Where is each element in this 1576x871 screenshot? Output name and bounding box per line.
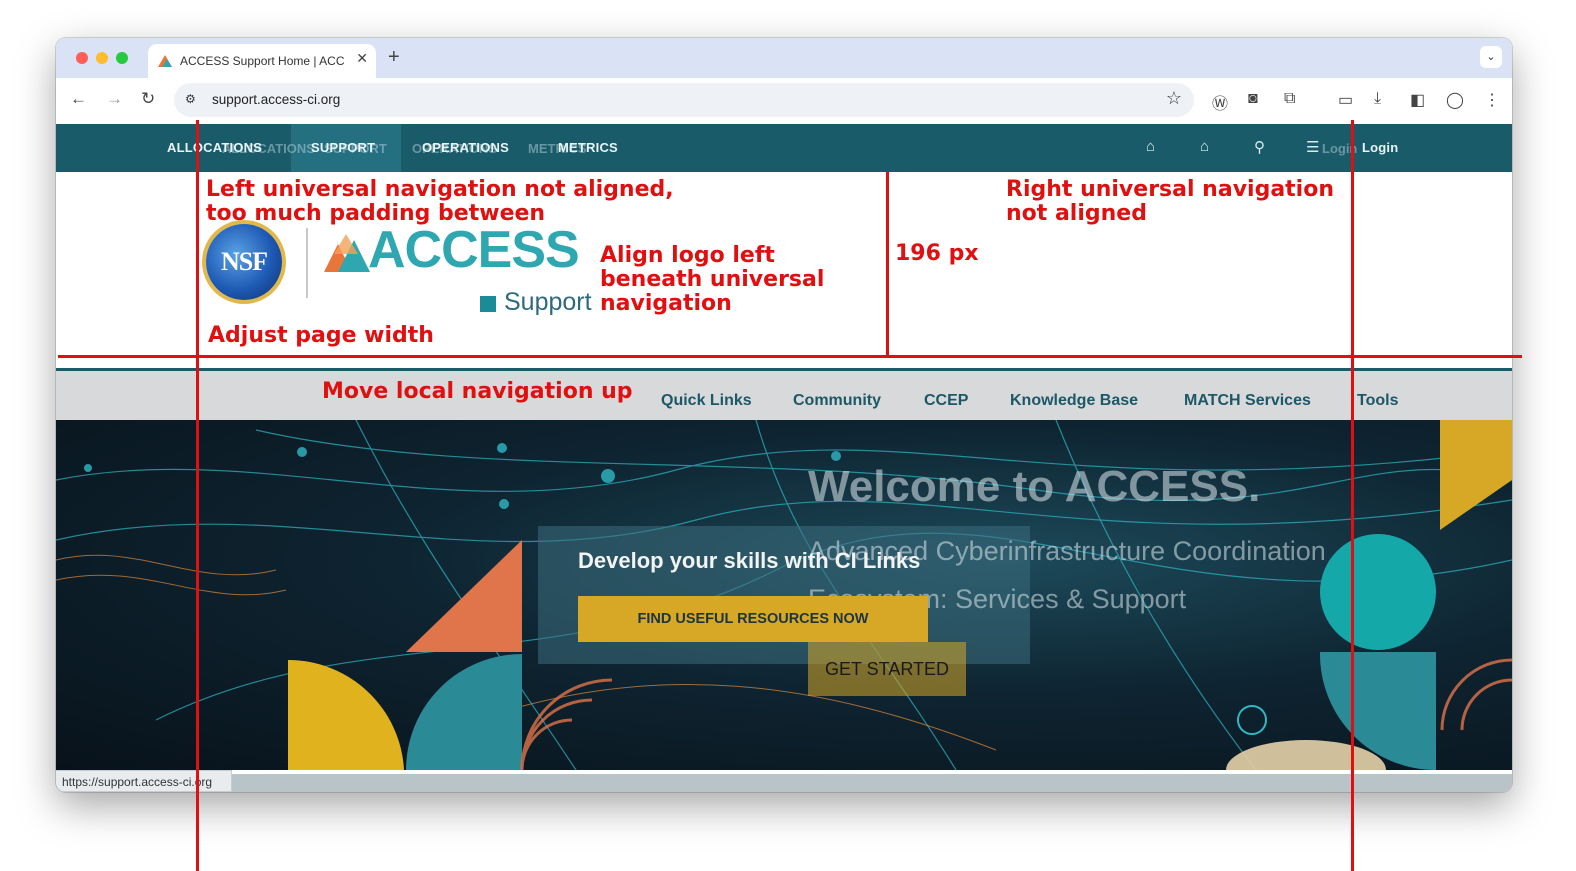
header-width-guide: [886, 172, 889, 356]
support-square-icon: [480, 296, 496, 312]
support-logo-text: Support: [504, 288, 592, 316]
local-nav-quick-links[interactable]: Quick Links: [661, 392, 752, 410]
menu-kebab-icon[interactable]: ⋮: [1484, 90, 1500, 110]
annotation-align-logo-2: beneath universal: [600, 267, 825, 292]
home-alt-icon[interactable]: ⌂: [1200, 138, 1209, 155]
access-favicon-icon: [158, 55, 172, 67]
menu-icon[interactable]: ☰: [1306, 138, 1319, 156]
annotation-right-nav-2: not aligned: [1006, 201, 1147, 226]
url-text: support.access-ci.org: [212, 92, 341, 107]
extension-w-icon[interactable]: Ⓦ: [1212, 90, 1228, 114]
zoom-window-button[interactable]: [116, 52, 128, 64]
login-link[interactable]: Login: [1362, 140, 1398, 155]
tab-strip: ACCESS Support Home | ACC ✕ + ⌄: [56, 38, 1512, 78]
annotation-right-nav-1: Right universal navigation: [1006, 177, 1335, 202]
nsf-logo[interactable]: NSF: [206, 224, 282, 300]
access-logo-text[interactable]: ACCESS: [368, 220, 580, 280]
annotation-align-logo-1: Align logo left: [600, 243, 775, 268]
logo-divider: [306, 228, 308, 298]
left-alignment-guide: [196, 120, 199, 871]
close-window-button[interactable]: [76, 52, 88, 64]
annotation-196px: 196 px: [895, 241, 979, 266]
access-logo-mark-icon: [324, 234, 370, 272]
extensions-puzzle-icon[interactable]: ⧉: [1284, 90, 1295, 108]
annotation-left-nav-2: too much padding between: [206, 201, 546, 226]
home-icon[interactable]: ⌂: [1146, 138, 1155, 155]
reload-icon[interactable]: ↻: [141, 89, 155, 109]
right-alignment-guide: [1351, 120, 1354, 871]
annotation-left-nav-1: Left universal navigation not aligned,: [206, 177, 674, 202]
welcome-heading: Welcome to ACCESS.: [808, 462, 1261, 511]
download-icon[interactable]: ⤓: [1374, 90, 1381, 108]
search-icon[interactable]: ⚲: [1254, 138, 1265, 156]
tab-search-button[interactable]: ⌄: [1480, 46, 1502, 68]
camera-icon[interactable]: ◙: [1248, 90, 1258, 108]
page-bottom-strip: [232, 774, 1512, 792]
local-nav-knowledge-base[interactable]: Knowledge Base: [1010, 392, 1138, 410]
browser-toolbar: ← → ↻ ⚙ support.access-ci.org ☆ Ⓦ ◙ ⧉ ▭ …: [56, 78, 1512, 124]
annotation-page-width: Adjust page width: [208, 323, 434, 348]
universal-navigation: ALLOCATIONS SUPPORT OPERATIONS METRICS A…: [56, 124, 1512, 172]
local-nav-tools[interactable]: Tools: [1357, 392, 1398, 410]
tab-title: ACCESS Support Home | ACC: [180, 54, 345, 68]
profile-avatar-icon[interactable]: ◯: [1446, 90, 1464, 110]
local-nav-ccep[interactable]: CCEP: [924, 392, 968, 410]
site-info-icon[interactable]: ⚙: [185, 92, 196, 106]
nav-support[interactable]: SUPPORT: [311, 140, 375, 155]
cast-icon[interactable]: ▭: [1338, 90, 1353, 110]
local-nav-match-services[interactable]: MATCH Services: [1184, 392, 1311, 410]
local-nav-top-border: [56, 368, 1512, 371]
close-tab-icon[interactable]: ✕: [356, 50, 368, 67]
side-panel-icon[interactable]: ◧: [1410, 90, 1425, 110]
annotation-align-logo-3: navigation: [600, 291, 732, 316]
new-tab-button[interactable]: +: [388, 46, 400, 69]
minimize-window-button[interactable]: [96, 52, 108, 64]
header-bottom-guide: [58, 355, 1522, 358]
forward-icon[interactable]: →: [106, 89, 123, 109]
hero-banner: Welcome to ACCESS. Advanced Cyberinfrast…: [56, 420, 1512, 770]
nav-metrics[interactable]: METRICS: [558, 140, 618, 155]
back-icon[interactable]: ←: [70, 89, 87, 109]
bookmark-star-icon[interactable]: ☆: [1166, 88, 1182, 109]
local-nav-community[interactable]: Community: [793, 392, 881, 410]
get-started-button[interactable]: GET STARTED: [808, 642, 966, 696]
annotation-move-local-nav: Move local navigation up: [322, 379, 633, 404]
nav-operations[interactable]: OPERATIONS: [422, 140, 509, 155]
find-resources-button[interactable]: FIND USEFUL RESOURCES NOW: [578, 596, 928, 642]
local-navigation: Quick Links Community CCEP Knowledge Bas…: [56, 368, 1512, 420]
status-bar-url: https://support.access-ci.org: [56, 770, 232, 792]
ci-links-heading: Develop your skills with CI Links: [578, 548, 921, 573]
browser-tab[interactable]: ACCESS Support Home | ACC ✕: [148, 44, 376, 78]
address-bar[interactable]: ⚙ support.access-ci.org ☆: [174, 83, 1194, 117]
browser-window: ACCESS Support Home | ACC ✕ + ⌄ ← → ↻ ⚙ …: [56, 38, 1512, 792]
nav-allocations[interactable]: ALLOCATIONS: [167, 140, 262, 155]
